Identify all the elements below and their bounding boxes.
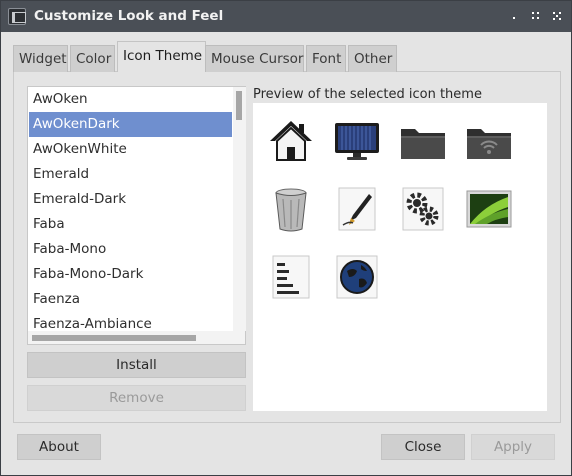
app-icon <box>8 8 26 25</box>
network-folder-icon <box>467 129 511 159</box>
list-item[interactable]: AwOkenWhite <box>29 137 232 162</box>
list-item[interactable]: Faenza-Ambiance <box>29 312 232 331</box>
list-horizontal-scrollbar[interactable] <box>28 331 245 344</box>
vertical-scroll-thumb[interactable] <box>236 91 242 120</box>
list-item[interactable]: Faba-Mono-Dark <box>29 262 232 287</box>
list-item[interactable]: Faba <box>29 212 232 237</box>
window-title: Customize Look and Feel <box>34 8 224 24</box>
list-item-selected[interactable]: AwOkenDark <box>29 112 232 137</box>
close-icon[interactable] <box>551 10 563 22</box>
tab-font[interactable]: Font <box>306 45 346 72</box>
document-text-icon <box>272 255 310 299</box>
home-icon <box>270 121 312 161</box>
folder-icon <box>401 129 445 159</box>
horizontal-scroll-thumb[interactable] <box>32 335 196 341</box>
globe-icon <box>336 255 378 299</box>
customize-look-and-feel-window: Customize Look and Feel Widget Color Ico… <box>0 0 572 476</box>
monitor-icon <box>335 123 379 160</box>
icon-preview-area <box>253 103 547 411</box>
image-viewer-icon <box>466 190 512 228</box>
list-item[interactable]: Faenza <box>29 287 232 312</box>
list-item[interactable]: AwOken <box>29 87 232 112</box>
maximize-icon[interactable] <box>529 10 541 22</box>
remove-button[interactable]: Remove <box>27 385 246 411</box>
install-button[interactable]: Install <box>27 352 246 378</box>
window-menu-icon[interactable] <box>508 10 520 22</box>
settings-gears-icon <box>402 187 444 231</box>
tab-widget[interactable]: Widget <box>13 45 68 72</box>
trash-icon <box>275 188 307 232</box>
tab-other[interactable]: Other <box>348 45 397 72</box>
title-bar[interactable]: Customize Look and Feel <box>1 1 571 32</box>
icon-theme-list[interactable]: AwOken AwOkenDark AwOkenWhite Emerald Em… <box>27 86 246 345</box>
list-item[interactable]: Faba-Mono <box>29 237 232 262</box>
text-editor-icon <box>338 187 376 231</box>
list-vertical-scrollbar[interactable] <box>233 87 246 331</box>
tab-mouse-cursor[interactable]: Mouse Cursor <box>205 45 304 72</box>
about-button[interactable]: About <box>17 434 101 460</box>
tab-icon-theme[interactable]: Icon Theme <box>117 41 206 72</box>
preview-label: Preview of the selected icon theme <box>253 87 482 102</box>
tab-color[interactable]: Color <box>70 45 115 72</box>
list-item[interactable]: Emerald-Dark <box>29 187 232 212</box>
list-item[interactable]: Emerald <box>29 162 232 187</box>
close-button[interactable]: Close <box>381 434 465 460</box>
apply-button[interactable]: Apply <box>471 434 555 460</box>
